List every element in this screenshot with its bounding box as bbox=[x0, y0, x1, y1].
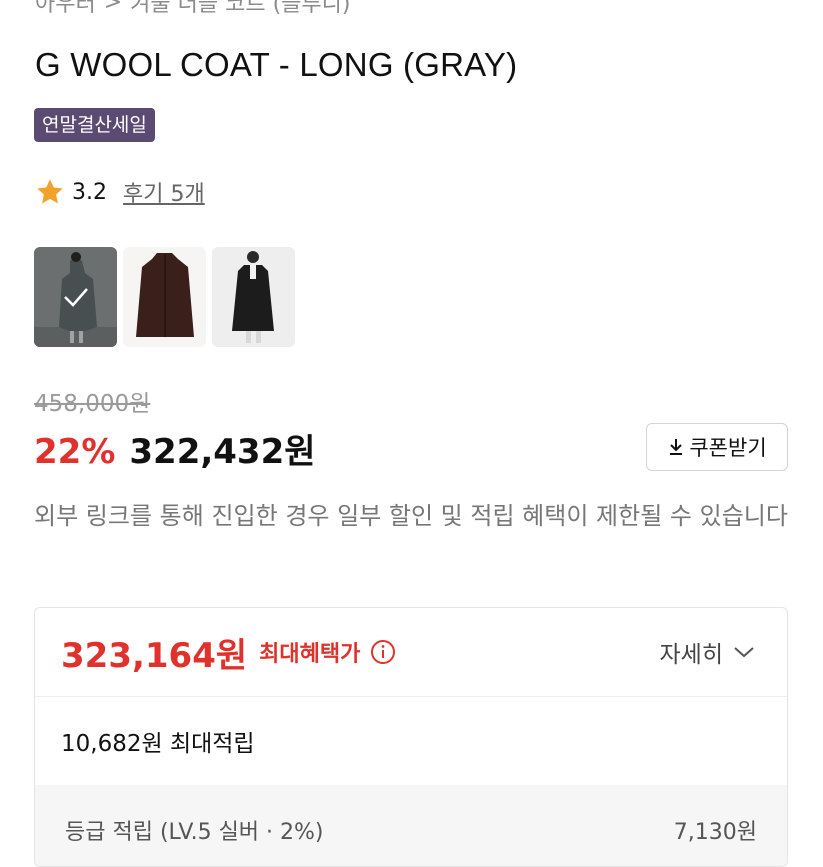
chevron-down-icon bbox=[734, 647, 754, 658]
breadcrumb: 아우터 > 겨울 더블 코트 (블루니) bbox=[35, 0, 350, 18]
max-accrual-text: 10,682원 최대적립 bbox=[61, 731, 255, 757]
breadcrumb-category[interactable]: 아우터 bbox=[35, 0, 96, 18]
star-icon bbox=[37, 179, 63, 204]
thumbnail-black-coat[interactable] bbox=[212, 247, 295, 347]
product-title: G WOOL COAT - LONG (GRAY) bbox=[35, 46, 518, 83]
level-accrual-amount: 7,130원 bbox=[673, 820, 757, 845]
reviews-link[interactable]: 후기 5개 bbox=[123, 176, 205, 208]
level-accrual-text: 등급 적립 (LV.5 실버 · 2%) bbox=[65, 820, 324, 845]
breadcrumb-separator: > bbox=[103, 0, 123, 15]
thumbnail-brown-coat[interactable] bbox=[123, 247, 206, 347]
max-benefit-label: 최대혜택가 bbox=[259, 642, 361, 667]
coupon-button[interactable]: 쿠폰받기 bbox=[646, 423, 788, 471]
final-price: 322,432원 bbox=[129, 432, 316, 472]
breadcrumb-subcategory[interactable]: 겨울 더블 코트 (블루니) bbox=[130, 0, 350, 18]
info-icon[interactable] bbox=[370, 639, 396, 665]
max-benefit-price: 323,164원 bbox=[61, 635, 248, 676]
benefit-box: 323,164원 최대혜택가 자세히 10,682원 최대적립 등급 적립 (L… bbox=[34, 607, 788, 867]
rating-score: 3.2 bbox=[72, 179, 107, 205]
benefit-header: 323,164원 최대혜택가 자세히 bbox=[35, 608, 787, 697]
price-row: 22% 322,432원 bbox=[34, 424, 316, 473]
check-icon bbox=[34, 247, 117, 347]
original-price: 458,000원 bbox=[34, 391, 151, 417]
max-accrual-row: 10,682원 최대적립 bbox=[35, 697, 787, 785]
discount-rate: 22% bbox=[34, 432, 116, 472]
details-label: 자세히 bbox=[659, 642, 723, 668]
external-link-notice: 외부 링크를 통해 진입한 경우 일부 할인 및 적립 혜택이 제한될 수 있습… bbox=[34, 502, 788, 530]
level-accrual-row: 등급 적립 (LV.5 실버 · 2%) 7,130원 bbox=[35, 785, 787, 866]
download-icon bbox=[670, 439, 683, 455]
coupon-button-label: 쿠폰받기 bbox=[689, 436, 767, 460]
thumbnail-list bbox=[34, 247, 295, 347]
sale-badge: 연말결산세일 bbox=[34, 108, 155, 142]
rating-row: 3.2 후기 5개 bbox=[34, 176, 205, 208]
details-toggle[interactable]: 자세히 bbox=[660, 608, 755, 696]
thumbnail-gray-coat[interactable] bbox=[34, 247, 117, 347]
